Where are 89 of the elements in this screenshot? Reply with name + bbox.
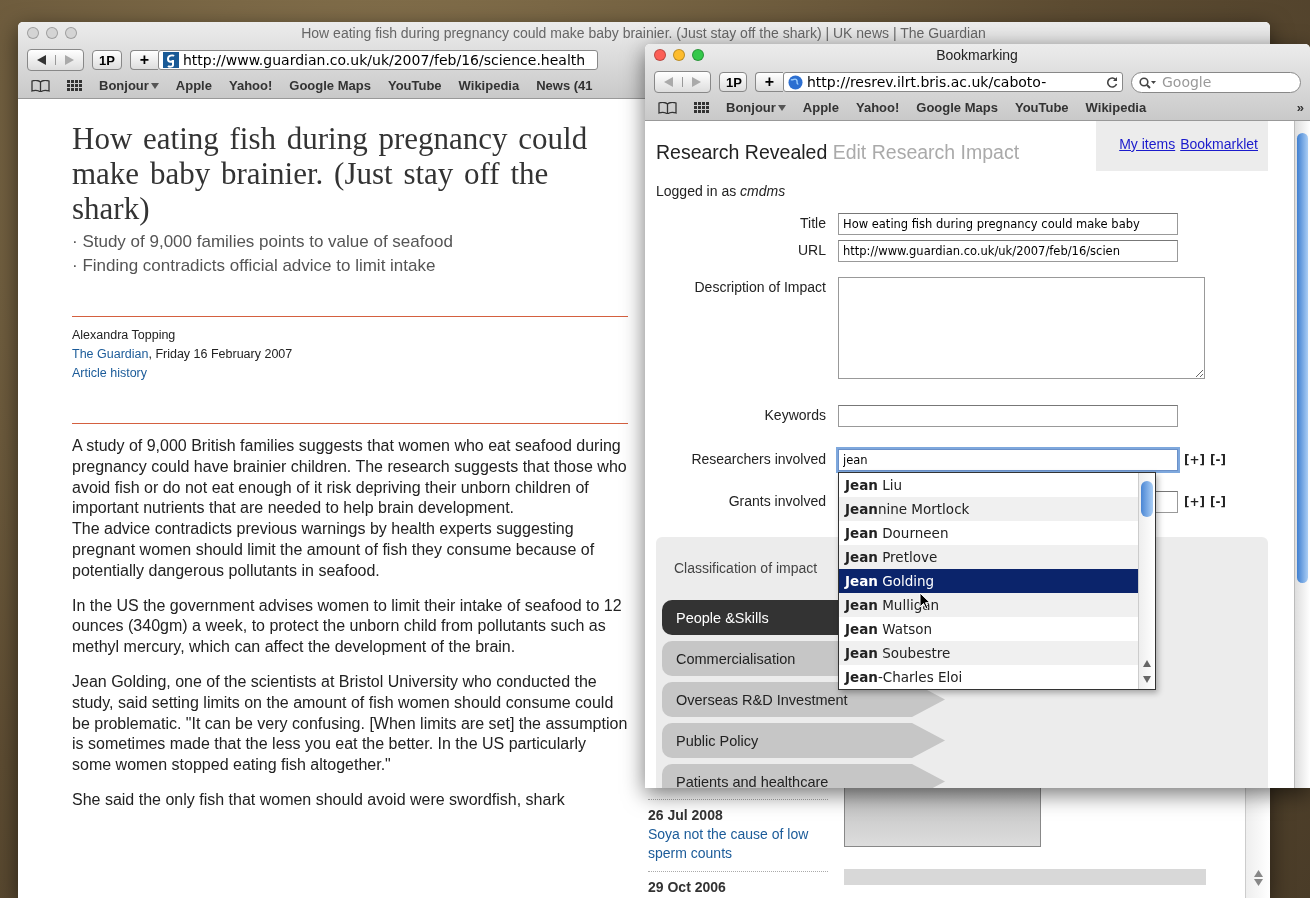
author-name: Alexandra Topping (72, 327, 177, 344)
password-button[interactable]: 1P (719, 72, 747, 92)
article-paragraph: She said the only fish that women should avoid were swordfish, shark (72, 789, 566, 810)
add-bookmark-button[interactable]: + (129, 50, 158, 70)
text-field[interactable]: How eating fish during pregnancy could make baby (838, 213, 1178, 235)
vertical-scrollbar[interactable] (1245, 785, 1270, 898)
scroll-thumb[interactable] (1297, 133, 1308, 583)
category-tab[interactable]: Public Policy (662, 723, 945, 758)
navigation-buttons[interactable] (27, 49, 84, 71)
bookmark-link[interactable]: News (41 (536, 78, 593, 93)
article-summary: · Finding contradicts official advice to limit intake (72, 255, 437, 277)
header-link[interactable]: My items (1119, 136, 1176, 152)
scroll-down-arrow-icon[interactable] (1143, 676, 1151, 683)
article-date: 29 Oct 2006 (648, 878, 727, 897)
site-title: Research Revealed (656, 141, 828, 163)
panel-title: Classification of impact (674, 560, 818, 576)
scroll-down-arrow-icon[interactable] (1253, 879, 1263, 886)
add-link[interactable]: [+] (1184, 495, 1206, 509)
field-label: Grants involved (727, 492, 826, 509)
bookmark-menu[interactable]: Bonjour (726, 100, 786, 115)
article-paragraph: A study of 9,000 British families suggests that women who eat seafood during pregnancy could have brainier children. The research suggests that those who avoid fish or do not eat enough of it risk depriving their unborn children of important nutrients that are needed to help brain development. (72, 436, 628, 519)
article-headline: How eating fish during pregnancy could make baby brainier. (Just stay off the shark) (72, 121, 589, 226)
address-field[interactable]: http://resrev.ilrt.bris.ac.uk/caboto- (783, 72, 1123, 92)
scroll-thumb[interactable] (1141, 481, 1153, 517)
add-bookmark-button[interactable]: + (755, 72, 783, 92)
search-field[interactable]: Google (1131, 71, 1301, 93)
bookmark-link[interactable]: Yahoo! (855, 100, 900, 115)
article-history-link[interactable]: Article history (72, 366, 148, 380)
window-title: How eating fish during pregnancy could make baby brainier. (Just stay off the shark) | UK news | The Guardian (300, 25, 987, 41)
bookmark-link[interactable]: Wikipedia (1085, 100, 1147, 115)
field-label: URL (797, 241, 826, 258)
window-title: Bookmarking (935, 47, 1019, 63)
bookmark-link[interactable]: Apple (802, 100, 839, 115)
bookmark-link[interactable]: Wikipedia (458, 78, 520, 93)
text-field[interactable] (838, 405, 1178, 427)
password-button[interactable]: 1P (92, 50, 122, 70)
field-label: Description of Impact (693, 278, 826, 295)
header-link[interactable]: Bookmarklet (1180, 136, 1258, 152)
suggestion-item[interactable]: Jean Golding (839, 569, 1139, 593)
suggestion-item[interactable]: Jean Mulligan (839, 593, 1139, 617)
url-text: http://resrev.ilrt.bris.ac.uk/caboto- (807, 74, 1048, 90)
bookmark-link[interactable]: Google Maps (916, 100, 998, 115)
book-icon[interactable] (31, 79, 50, 92)
text-field[interactable]: http://www.guardian.co.uk/uk/2007/feb/16/scien (838, 240, 1178, 262)
suggestion-item[interactable]: Jean Liu (839, 473, 1139, 497)
field-label: Keywords (763, 406, 826, 423)
researcher-field[interactable]: jean (838, 449, 1178, 471)
remove-link[interactable]: [-] (1210, 453, 1226, 467)
bookmark-link[interactable]: Google Maps (289, 78, 371, 93)
scroll-up-arrow-icon[interactable] (1143, 660, 1151, 667)
article-paragraph: Jean Golding, one of the scientists at Bristol University who conducted the study, said setting limits on the amount of fish women should consume could be problematic. "It can be very confusing. [When limits are set] the assumption is sometimes made that the less you eat the better. In the US particularly some women stopped eating fish altogether." (72, 671, 628, 776)
article-summary: · Study of 9,000 families points to value of seafood (72, 231, 454, 253)
field-label: Title (799, 214, 826, 231)
address-field[interactable]: http://www.guardian.co.uk/uk/2007/feb/16/science.health (157, 50, 598, 70)
bookmark-link[interactable]: YouTube (1014, 100, 1069, 115)
more-bookmarks-button[interactable]: » (1296, 100, 1310, 115)
caret-icon (150, 82, 159, 89)
page-heading: Edit Research Impact (832, 141, 1020, 163)
field-label: Researchers involved (690, 450, 826, 467)
publication-line: The Guardian, Friday 16 February 2007 (72, 346, 294, 363)
article-date: 26 Jul 2008 (648, 806, 724, 825)
caret-icon (777, 104, 786, 111)
suggestion-item[interactable]: Jean Soubestre (839, 641, 1139, 665)
bookmark-menu[interactable]: Bonjour (99, 78, 159, 93)
suggestion-item[interactable]: Jean Pretlove (839, 545, 1139, 569)
article-paragraph: The advice contradicts previous warnings by health experts suggesting pregnant women should limit the amount of fish they consume because of potentially dangerous pollutants in seafood. (72, 519, 596, 581)
suggestion-item[interactable]: Jean Dourneen (839, 521, 1139, 545)
related-article-link[interactable]: Soya not the cause of low sperm counts (648, 825, 828, 863)
scroll-up-arrow-icon[interactable] (1253, 870, 1263, 877)
login-status: Logged in as cmdms (656, 183, 787, 199)
description-textarea[interactable] (838, 277, 1205, 379)
remove-link[interactable]: [-] (1210, 495, 1226, 509)
vertical-scrollbar[interactable] (1294, 121, 1310, 788)
category-tab[interactable]: Patients and healthcare (662, 764, 945, 788)
grid-icon[interactable] (67, 79, 82, 92)
reload-icon[interactable] (1106, 76, 1118, 88)
list-scrollbar[interactable] (1138, 473, 1155, 689)
globe-icon (788, 74, 803, 90)
url-text: http://www.guardian.co.uk/uk/2007/feb/16/science.health (182, 52, 587, 68)
bookmark-link[interactable]: Apple (175, 78, 212, 93)
article-paragraph: In the US the government advises women to limit their intake of seafood to 12 ounces (340gm) a week, to protect the unborn child from pollutants such as methyl mercury, which can affect the development of the brain. (72, 595, 623, 658)
grid-icon[interactable] (694, 101, 709, 114)
search-icon (1139, 76, 1157, 89)
book-icon[interactable] (658, 101, 677, 114)
bookmark-link[interactable]: YouTube (387, 78, 442, 93)
add-link[interactable]: [+] (1184, 453, 1206, 467)
bookmark-link[interactable]: Yahoo! (228, 78, 273, 93)
site-favicon (162, 52, 179, 68)
suggestion-item[interactable]: Jeannine Mortlock (839, 497, 1139, 521)
